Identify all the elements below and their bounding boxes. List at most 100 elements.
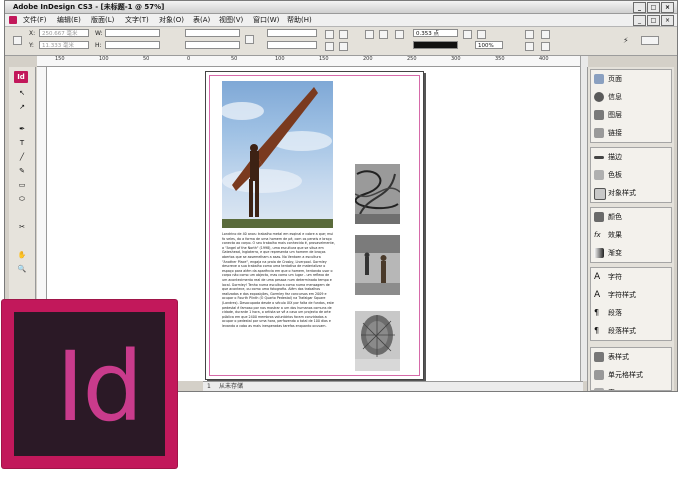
ruler-tick: 100 (99, 56, 109, 62)
angel-of-the-north-image[interactable] (222, 81, 333, 228)
opacity-field[interactable]: 100% (475, 41, 503, 49)
panel-table[interactable]: 表 (591, 384, 671, 390)
body-text-frame[interactable]: Londrino de 40 anos: trabalho metal em e… (222, 232, 335, 328)
panel-effects[interactable]: fx 效果 (591, 226, 671, 244)
menu-layout[interactable]: 版面(L) (91, 14, 114, 26)
panel-links[interactable]: 链接 (591, 124, 671, 142)
fill-icon[interactable] (395, 30, 404, 39)
reference-point-icon[interactable] (13, 36, 22, 45)
constrain-proportions-icon[interactable] (245, 35, 254, 44)
h-label: H: (95, 42, 102, 49)
doc-close-button[interactable]: × (661, 15, 674, 26)
rotate-ccw-icon[interactable] (339, 30, 348, 39)
frame-fitting-icon[interactable] (541, 30, 550, 39)
pencil-tool[interactable]: ✎ (14, 167, 30, 175)
bridge-icon[interactable] (641, 36, 659, 45)
panel-character-styles[interactable]: A 字符样式 (591, 286, 671, 304)
select-content-icon[interactable] (379, 30, 388, 39)
w-field[interactable] (105, 29, 160, 37)
scissors-tool[interactable]: ✂ (14, 223, 30, 231)
title-bar: Adobe InDesign CS3 - [未标题-1 @ 57%] _ □ × (5, 1, 677, 14)
direct-selection-tool[interactable]: ↗ (14, 103, 30, 111)
logo-text: Id (56, 331, 143, 443)
pages-icon (594, 74, 604, 84)
h-field[interactable] (105, 41, 160, 49)
drop-shadow-icon[interactable] (463, 30, 472, 39)
panel-paragraph[interactable]: ¶ 段落 (591, 304, 671, 322)
panel-gradient[interactable]: 渐变 (591, 244, 671, 262)
ruler-tick: 350 (495, 56, 505, 62)
panel-pages[interactable]: 页面 (591, 70, 671, 88)
text-wrap-icon[interactable] (525, 30, 534, 39)
stroke-weight-field[interactable]: 0.353 点 (413, 29, 458, 37)
shear-field[interactable] (267, 41, 317, 49)
x-field[interactable]: 250.667 毫米 (39, 29, 89, 37)
scale-y-field[interactable] (185, 41, 240, 49)
minimize-button[interactable]: _ (633, 2, 646, 13)
panel-label: 描边 (608, 153, 622, 161)
menu-object[interactable]: 对象(O) (159, 14, 184, 26)
menu-window[interactable]: 窗口(W) (253, 14, 279, 26)
page-number-field[interactable]: 1 (207, 382, 211, 391)
fx-icon[interactable] (477, 30, 486, 39)
distribute-icon[interactable] (541, 42, 550, 51)
lightning-icon[interactable]: ⚡ (623, 36, 632, 45)
panel-group-character: A 字符 A 字符样式 ¶ 段落 ¶ 段落样式 (590, 267, 672, 341)
document-page[interactable]: Londrino de 40 anos: trabalho metal em e… (205, 71, 424, 380)
paragraph-icon: ¶ (594, 308, 600, 317)
hand-tool[interactable]: ✋ (14, 251, 30, 259)
sculpture-thumbnail-1[interactable] (355, 164, 400, 224)
panel-stroke[interactable]: 描边 (591, 148, 671, 166)
panel-label: 对象样式 (608, 189, 636, 197)
flip-horizontal-icon[interactable] (325, 42, 334, 51)
panel-table-styles[interactable]: 表样式 (591, 348, 671, 366)
object-styles-icon (594, 188, 606, 200)
y-field[interactable]: 11.333 毫米 (39, 41, 89, 49)
stroke-type-select[interactable] (413, 41, 458, 49)
x-label: X: (29, 30, 36, 37)
line-tool[interactable]: ╱ (14, 153, 30, 161)
cell-styles-icon (594, 370, 604, 380)
panel-object-styles[interactable]: 对象样式 (591, 184, 671, 202)
selection-tool[interactable]: ↖ (14, 89, 30, 97)
menu-file[interactable]: 文件(F) (23, 14, 47, 26)
panel-cell-styles[interactable]: 单元格样式 (591, 366, 671, 384)
rotate-cw-icon[interactable] (325, 30, 334, 39)
panel-layers[interactable]: 图层 (591, 106, 671, 124)
panel-swatches[interactable]: 色板 (591, 166, 671, 184)
ellipse-tool[interactable]: ⬭ (14, 195, 30, 203)
sculpture-thumbnail-2[interactable] (355, 235, 400, 295)
status-bar: 1 从未存储 (203, 381, 583, 391)
sculpture-thumbnail-3[interactable] (355, 311, 400, 371)
menu-type[interactable]: 文字(T) (125, 14, 149, 26)
panel-label: 表样式 (608, 353, 629, 361)
doc-minimize-button[interactable]: _ (633, 15, 646, 26)
panel-paragraph-styles[interactable]: ¶ 段落样式 (591, 322, 671, 340)
menu-edit[interactable]: 编辑(E) (57, 14, 81, 26)
align-icon[interactable] (525, 42, 534, 51)
close-button[interactable]: × (661, 2, 674, 13)
type-tool[interactable]: T (14, 139, 30, 147)
rectangle-frame-tool[interactable]: ▭ (14, 181, 30, 189)
links-icon (594, 128, 604, 138)
stroke-icon (594, 156, 604, 159)
fx-icon: fx (594, 231, 601, 239)
panel-color[interactable]: 颜色 (591, 208, 671, 226)
flip-vertical-icon[interactable] (339, 42, 348, 51)
doc-restore-button[interactable]: □ (647, 15, 660, 26)
menu-table[interactable]: 表(A) (193, 14, 210, 26)
rotate-field[interactable] (267, 29, 317, 37)
panel-info[interactable]: 信息 (591, 88, 671, 106)
select-container-icon[interactable] (365, 30, 374, 39)
menu-help[interactable]: 帮助(H) (287, 14, 312, 26)
ruler-tick: 0 (187, 56, 191, 62)
panel-character[interactable]: A 字符 (591, 268, 671, 286)
pen-tool[interactable]: ✒ (14, 125, 30, 133)
panel-label: 颜色 (608, 213, 622, 221)
horizontal-ruler: 150 100 50 0 50 100 150 200 250 300 350 … (37, 56, 580, 67)
menu-view[interactable]: 视图(V) (219, 14, 243, 26)
zoom-tool[interactable]: 🔍 (14, 265, 30, 273)
app-icon[interactable] (9, 16, 17, 24)
scale-x-field[interactable] (185, 29, 240, 37)
maximize-button[interactable]: □ (647, 2, 660, 13)
